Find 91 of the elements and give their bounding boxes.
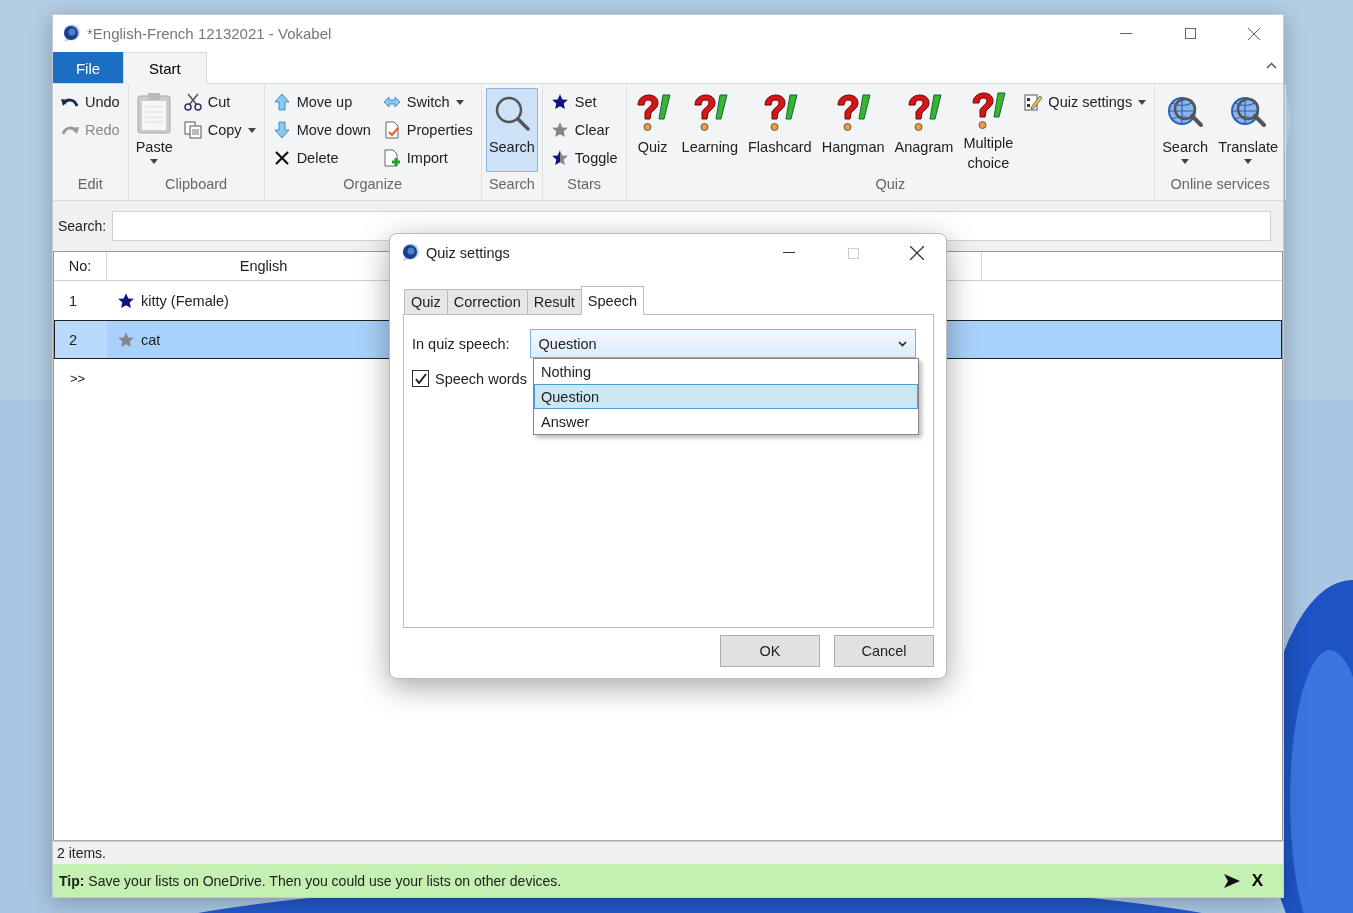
- caret-icon: [1138, 99, 1147, 105]
- ribbon-button[interactable]: Properties: [378, 116, 477, 144]
- ribbon-button[interactable]: Search: [485, 88, 538, 172]
- document-plus-icon: [382, 149, 401, 167]
- window-title: *English-French 12132021 - Vokabel: [87, 25, 333, 42]
- undo-icon: [61, 96, 79, 108]
- ribbon-button[interactable]: Anagram: [891, 88, 957, 172]
- ribbon-button[interactable]: Copy: [179, 116, 260, 144]
- ribbon-button[interactable]: Learning: [678, 88, 741, 172]
- minimize-icon[interactable]: [1120, 32, 1132, 35]
- copy-icon: [183, 121, 202, 139]
- maximize-icon: [847, 247, 859, 259]
- group-label: Search: [487, 175, 536, 194]
- scissors-icon: [183, 93, 202, 111]
- caret-icon: [1244, 159, 1253, 164]
- checklist-pencil-icon: [1024, 93, 1043, 111]
- column-header[interactable]: No:: [54, 252, 107, 280]
- ribbon-button[interactable]: Move up: [268, 88, 375, 116]
- ribbon-button[interactable]: Set: [546, 88, 622, 116]
- caret-icon: [1181, 159, 1190, 164]
- maximize-icon[interactable]: [1184, 28, 1196, 39]
- ribbon-button[interactable]: Clear: [546, 116, 622, 144]
- close-icon[interactable]: [1248, 27, 1260, 40]
- document-check-icon: [382, 121, 401, 139]
- checkbox-label: Speech words: [435, 370, 527, 387]
- redo-icon: [61, 124, 79, 136]
- close-icon[interactable]: [910, 246, 924, 260]
- arrow-down-icon: [272, 121, 291, 139]
- ribbon-button[interactable]: Delete: [268, 144, 375, 172]
- new-row-marker[interactable]: >>: [70, 371, 86, 386]
- app-icon: [61, 23, 81, 44]
- table-cell-text: 1: [68, 292, 79, 309]
- search-icon: [493, 95, 530, 131]
- group-label: Clipboard: [164, 175, 229, 194]
- app-icon: [400, 243, 420, 263]
- ribbon-button[interactable]: Translate: [1215, 88, 1282, 172]
- delete-icon: [272, 149, 291, 167]
- ribbon-button[interactable]: Undo: [57, 88, 124, 116]
- ribbon-button[interactable]: Switch: [378, 88, 477, 116]
- question-exclamation-icon: [969, 91, 1008, 131]
- star-icon: [550, 149, 569, 167]
- dialog-button[interactable]: OK: [720, 635, 820, 667]
- dialog-tab[interactable]: Quiz: [404, 289, 448, 315]
- dialog-title: Quiz settings: [426, 245, 511, 261]
- tip-text: Tip: Save your lists on OneDrive. Then you could use your lists on other devices.: [59, 872, 563, 889]
- ribbon-button[interactable]: Toggle: [546, 144, 622, 172]
- clipboard-icon: [137, 92, 172, 134]
- caret-icon: [455, 99, 464, 105]
- search-label: Search:: [58, 218, 107, 234]
- close-tip-button[interactable]: X: [1251, 870, 1263, 891]
- dropdown-option[interactable]: Answer: [534, 409, 918, 434]
- chevron-down-icon: [897, 340, 907, 347]
- dropdown-option[interactable]: Question: [534, 384, 918, 409]
- group-label: Edit: [76, 175, 104, 194]
- arrow-up-icon: [272, 93, 291, 111]
- dialog-tab[interactable]: Result: [526, 289, 582, 315]
- dialog-tab[interactable]: Correction: [446, 289, 528, 315]
- ribbon-button[interactable]: Flashcard: [745, 88, 815, 172]
- minimize-icon[interactable]: [783, 252, 795, 254]
- ribbon-button[interactable]: Quiz: [630, 88, 675, 172]
- ribbon-tab[interactable]: Start: [123, 52, 207, 84]
- group-label: Stars: [566, 175, 603, 194]
- field-label: In quiz speech:: [412, 335, 510, 352]
- ribbon-button[interactable]: Move down: [268, 116, 375, 144]
- group-label: Quiz: [874, 175, 907, 194]
- chevron-up-icon[interactable]: [1266, 62, 1277, 69]
- arrow-icon[interactable]: [1223, 873, 1240, 888]
- dialog-tab[interactable]: Speech: [580, 286, 644, 315]
- table-cell: kitty (Female): [141, 292, 229, 309]
- table-cell: 2: [55, 321, 107, 358]
- ribbon-button[interactable]: Import: [378, 144, 477, 172]
- ribbon-button[interactable]: Quiz settings: [1020, 88, 1151, 116]
- ribbon-button[interactable]: Multiple choice: [960, 88, 1017, 172]
- star-icon: [550, 121, 569, 139]
- ribbon-button[interactable]: Search: [1159, 88, 1212, 172]
- status-text: 2 items.: [57, 845, 106, 861]
- caret-icon: [247, 127, 256, 133]
- dropdown-option[interactable]: Nothing: [534, 359, 918, 384]
- ribbon-tab[interactable]: File: [53, 52, 123, 83]
- group-label: Online services: [1169, 175, 1271, 194]
- caret-icon: [150, 159, 159, 164]
- ribbon-button[interactable]: Hangman: [818, 88, 888, 172]
- checkbox[interactable]: [412, 370, 429, 387]
- table-cell: cat: [141, 331, 161, 348]
- question-exclamation-icon: [834, 93, 873, 133]
- star-icon: [550, 93, 569, 111]
- dialog-button[interactable]: Cancel: [834, 635, 934, 667]
- ribbon-button[interactable]: Paste: [132, 88, 176, 172]
- group-label: Organize: [342, 175, 404, 194]
- speech-select[interactable]: Question: [529, 329, 916, 358]
- ribbon-button[interactable]: Cut: [179, 88, 260, 116]
